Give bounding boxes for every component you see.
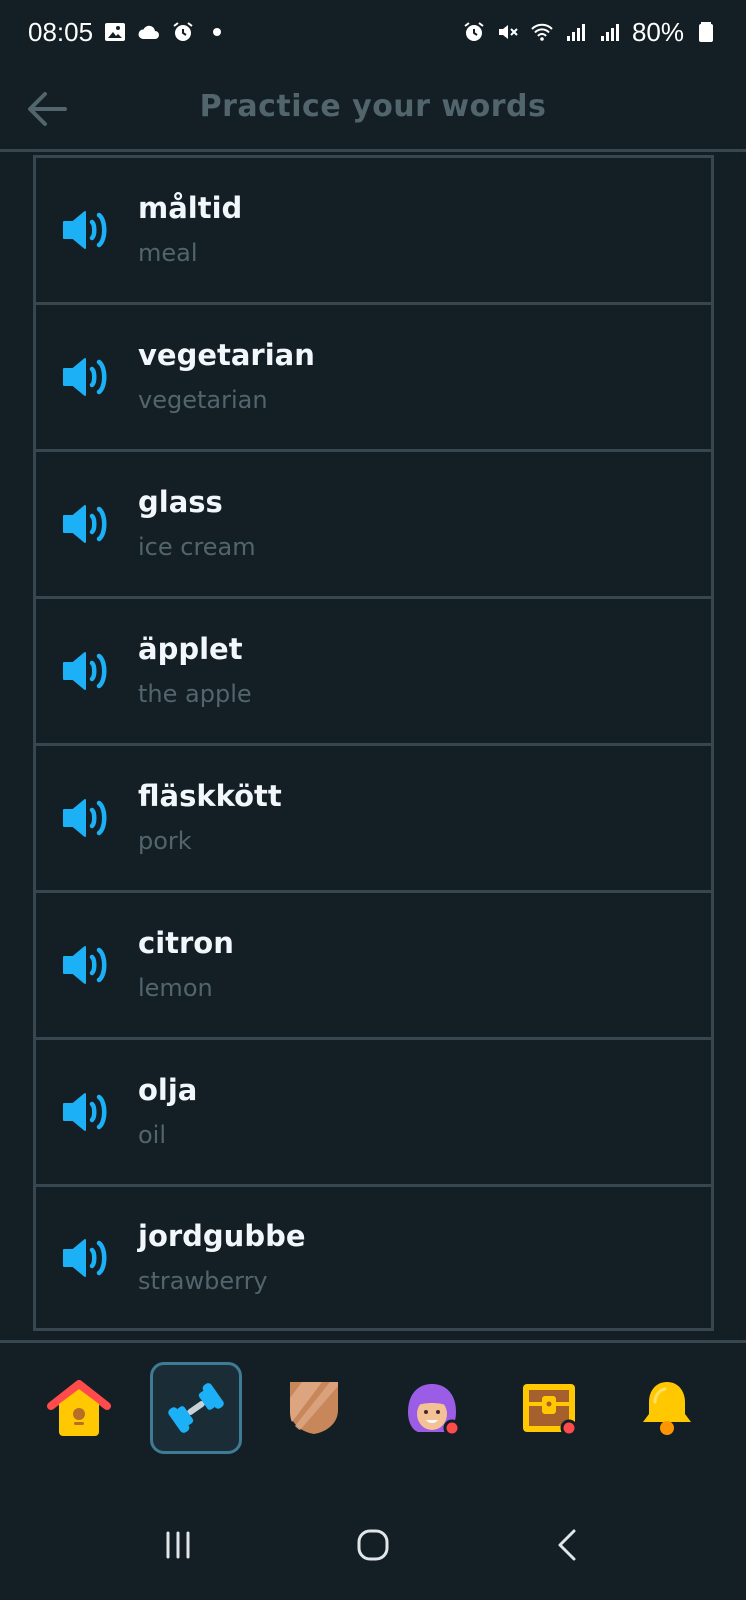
word-text: olja oil xyxy=(138,1072,197,1152)
home-system-button[interactable] xyxy=(343,1515,403,1575)
word-term: äpplet xyxy=(138,632,243,666)
nav-home[interactable] xyxy=(33,1362,125,1454)
word-term: jordgubbe xyxy=(138,1218,306,1253)
word-row[interactable]: glass ice cream xyxy=(36,449,711,596)
bottom-nav xyxy=(0,1340,746,1472)
word-list-viewport[interactable]: måltid meal vegetarian vegetarian glass ice c… xyxy=(0,155,746,1340)
word-text: jordgubbe strawberry xyxy=(138,1218,306,1298)
page-header: Practice your words xyxy=(0,64,746,152)
page-title: Practice your words xyxy=(199,89,547,124)
word-translation: oil xyxy=(138,1121,167,1149)
word-term: glass xyxy=(138,485,223,519)
league-shield-icon xyxy=(290,1381,339,1434)
battery-percent: 80% xyxy=(631,16,684,47)
word-row[interactable]: äpplet the apple xyxy=(36,596,711,743)
back-system-button[interactable] xyxy=(538,1515,598,1575)
word-text: citron lemon xyxy=(138,925,234,1005)
alarm-icon xyxy=(462,20,486,44)
speaker-icon[interactable] xyxy=(62,208,114,252)
word-translation: meal xyxy=(138,239,198,267)
app-screen: 08:05 80% Practice your words måltid mea… xyxy=(0,0,746,1600)
system-navigation-bar xyxy=(0,1490,746,1600)
speaker-icon[interactable] xyxy=(62,355,114,399)
word-translation: ice cream xyxy=(138,533,256,561)
speaker-icon[interactable] xyxy=(62,943,114,987)
wifi-icon xyxy=(530,20,554,44)
notifications-bell-icon xyxy=(643,1381,692,1435)
status-bar: 08:05 80% xyxy=(0,0,746,64)
home-icon xyxy=(46,1379,111,1436)
battery-icon xyxy=(694,20,718,44)
speaker-icon[interactable] xyxy=(62,502,114,546)
word-text: glass ice cream xyxy=(138,484,256,564)
practice-dumbbell-icon xyxy=(168,1382,225,1433)
profile-avatar-icon xyxy=(407,1383,461,1436)
arrow-left-icon xyxy=(28,92,67,126)
recents-icon xyxy=(166,1531,190,1559)
word-translation: lemon xyxy=(138,974,213,1002)
nav-notifications[interactable] xyxy=(621,1362,713,1454)
gallery-icon xyxy=(103,20,127,44)
speaker-icon[interactable] xyxy=(62,796,114,840)
word-translation: vegetarian xyxy=(138,386,268,414)
mute-icon xyxy=(496,20,520,44)
word-row[interactable]: citron lemon xyxy=(36,890,711,1037)
word-text: måltid meal xyxy=(138,190,242,270)
nav-quests[interactable] xyxy=(503,1362,595,1454)
cloud-icon xyxy=(137,20,161,44)
word-row[interactable]: olja oil xyxy=(36,1037,711,1184)
word-translation: strawberry xyxy=(138,1266,268,1295)
word-row[interactable]: vegetarian vegetarian xyxy=(36,302,711,449)
chevron-left-icon xyxy=(558,1529,576,1561)
nav-leagues[interactable] xyxy=(268,1362,360,1454)
alarm-icon xyxy=(171,20,195,44)
word-translation: pork xyxy=(138,827,192,855)
word-row[interactable]: måltid meal xyxy=(36,155,711,302)
word-row[interactable]: fläskkött pork xyxy=(36,743,711,890)
treasure-chest-icon xyxy=(523,1383,578,1436)
word-term: olja xyxy=(138,1073,198,1107)
word-term: fläskkött xyxy=(138,779,282,813)
speaker-icon[interactable] xyxy=(62,649,114,693)
nav-profile[interactable] xyxy=(386,1362,478,1454)
word-text: fläskkött pork xyxy=(138,778,282,858)
word-row[interactable]: jordgubbe strawberry xyxy=(36,1184,711,1331)
word-translation: the apple xyxy=(138,680,252,708)
dot-icon xyxy=(205,20,229,44)
status-left: 08:05 xyxy=(28,17,229,48)
signal-icon xyxy=(564,20,588,44)
word-term: citron xyxy=(138,926,234,960)
word-term: måltid xyxy=(138,191,243,225)
recents-button[interactable] xyxy=(148,1515,208,1575)
signal-icon xyxy=(598,20,622,44)
speaker-icon[interactable] xyxy=(62,1090,114,1134)
word-text: vegetarian vegetarian xyxy=(138,337,315,417)
word-term: vegetarian xyxy=(138,338,315,372)
word-text: äpplet the apple xyxy=(138,631,252,711)
nav-practice[interactable] xyxy=(150,1361,243,1454)
home-circle-icon xyxy=(357,1529,389,1561)
word-list: måltid meal vegetarian vegetarian glass ice c… xyxy=(33,155,714,1331)
status-time: 08:05 xyxy=(28,16,94,47)
status-right: 80% xyxy=(462,17,718,48)
speaker-icon[interactable] xyxy=(62,1236,114,1280)
back-button[interactable] xyxy=(22,84,72,134)
